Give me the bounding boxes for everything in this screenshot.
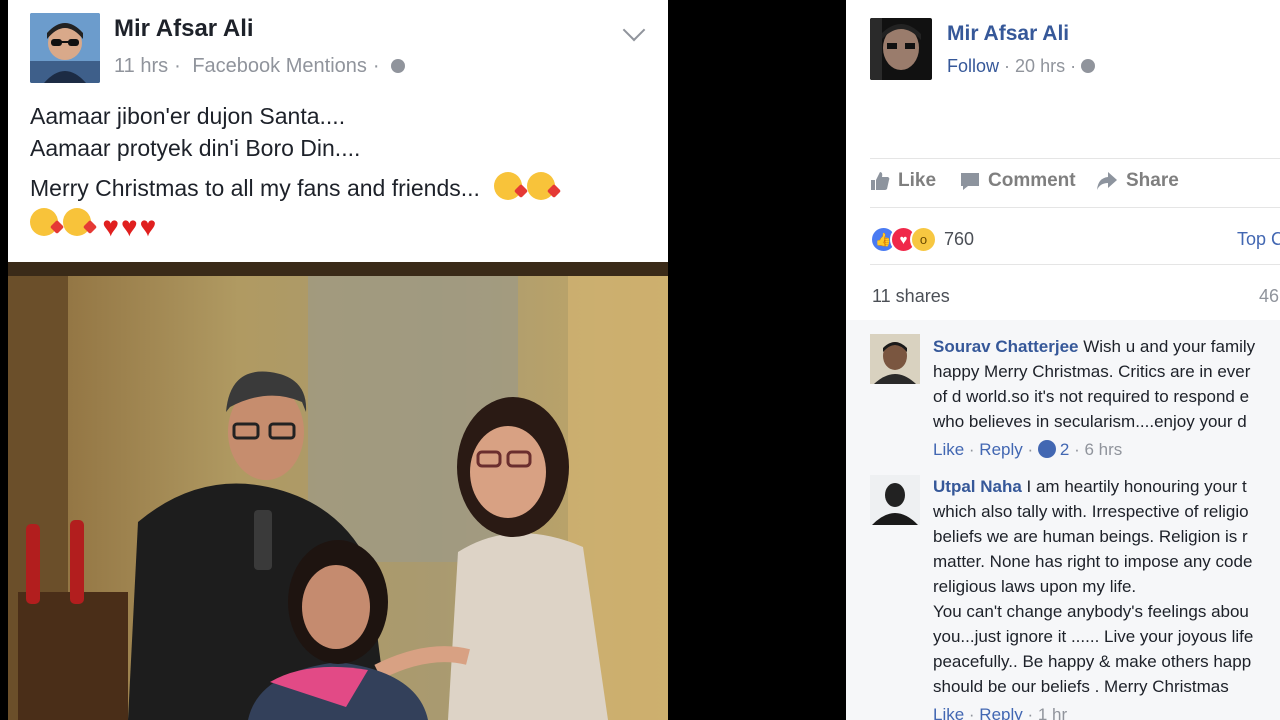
commenter-name[interactable]: Utpal Naha <box>933 477 1022 496</box>
thumbs-up-icon <box>871 172 890 190</box>
kiss-emoji-icon <box>30 208 58 236</box>
like-bubble-icon <box>1037 440 1056 458</box>
follow-link[interactable]: Follow <box>947 56 999 76</box>
globe-icon <box>391 59 406 73</box>
divider <box>870 158 1280 159</box>
comment-actions: Like · Reply · 1 hr <box>933 702 1253 720</box>
kiss-emoji-icon <box>494 172 523 200</box>
heart-emoji-icon: ♥ <box>139 211 157 242</box>
comment: Utpal Naha I am heartily honouring your … <box>933 474 1253 720</box>
chevron-down-icon[interactable] <box>622 18 646 42</box>
right-post-card: Mir Afsar Ali Follow · 20 hrs · Like Com… <box>846 0 1280 720</box>
comment-like-link[interactable]: Like <box>933 440 964 459</box>
like-button[interactable]: Like <box>870 170 936 192</box>
right-post-meta: Follow · 20 hrs · <box>947 56 1096 77</box>
kiss-emoji-icon <box>527 172 556 200</box>
post-source[interactable]: Facebook Mentions <box>192 55 367 77</box>
like-label: Like <box>898 170 937 191</box>
post-meta: 11 hrs · Facebook Mentions · <box>114 55 411 78</box>
divider <box>870 207 1280 208</box>
right-post-time[interactable]: 20 hrs <box>1015 56 1065 76</box>
commenter-avatar[interactable] <box>870 475 920 525</box>
wow-reaction-icon: o <box>910 226 937 253</box>
post-text: Aamaar jibon'er dujon Santa.... Aamaar p… <box>30 100 560 241</box>
post-emoji-line: ♥♥♥ <box>30 208 560 241</box>
comment-icon <box>961 173 979 190</box>
left-post-card: Mir Afsar Ali 11 hrs · Facebook Mentions ·… <box>8 0 668 720</box>
comment-reply-link[interactable]: Reply <box>979 705 1022 720</box>
comment-button[interactable]: Comment <box>960 170 1076 192</box>
post-time[interactable]: 11 hrs <box>114 55 168 77</box>
right-post-author-name[interactable]: Mir Afsar Ali <box>947 22 1069 46</box>
right-author-avatar[interactable] <box>870 18 932 80</box>
comment-reaction-count[interactable]: 2 <box>1060 440 1069 459</box>
comment-time[interactable]: 1 hr <box>1038 705 1067 720</box>
comment-like-link[interactable]: Like <box>933 705 964 720</box>
comment: Sourav Chatterjee Wish u and your family… <box>933 334 1255 462</box>
heart-emoji-icon: ♥ <box>102 211 120 242</box>
top-comments-dropdown[interactable]: Top C <box>1237 229 1280 250</box>
shares-link[interactable]: 11 shares <box>872 286 950 307</box>
reaction-count: 760 <box>944 229 975 249</box>
post-photo[interactable] <box>8 262 668 720</box>
reactions-summary[interactable]: 👍 ♥ o 760 <box>870 226 974 253</box>
post-author-name[interactable]: Mir Afsar Ali <box>114 15 254 43</box>
share-button[interactable]: Share <box>1096 170 1179 192</box>
post-christmas-line: Merry Christmas to all my fans and frien… <box>30 172 560 204</box>
author-avatar[interactable] <box>30 13 100 83</box>
kiss-emoji-icon <box>63 208 91 236</box>
comment-actions: Like · Reply · 2 · 6 hrs <box>933 440 1123 459</box>
divider <box>870 264 1280 265</box>
share-label: Share <box>1126 170 1179 191</box>
globe-icon <box>1081 59 1096 73</box>
post-line: Aamaar jibon'er dujon Santa.... <box>30 103 346 129</box>
comment-time[interactable]: 6 hrs <box>1084 440 1122 459</box>
commenter-avatar[interactable] <box>870 334 920 384</box>
heart-emoji-icon: ♥ <box>121 211 138 242</box>
commenter-name[interactable]: Sourav Chatterjee <box>933 337 1079 356</box>
share-icon <box>1097 172 1117 190</box>
comment-count: 46 <box>1259 286 1280 306</box>
comment-reply-link[interactable]: Reply <box>979 440 1022 459</box>
post-line: Aamaar protyek din'i Boro Din.... <box>30 135 361 161</box>
comment-label: Comment <box>988 170 1076 191</box>
